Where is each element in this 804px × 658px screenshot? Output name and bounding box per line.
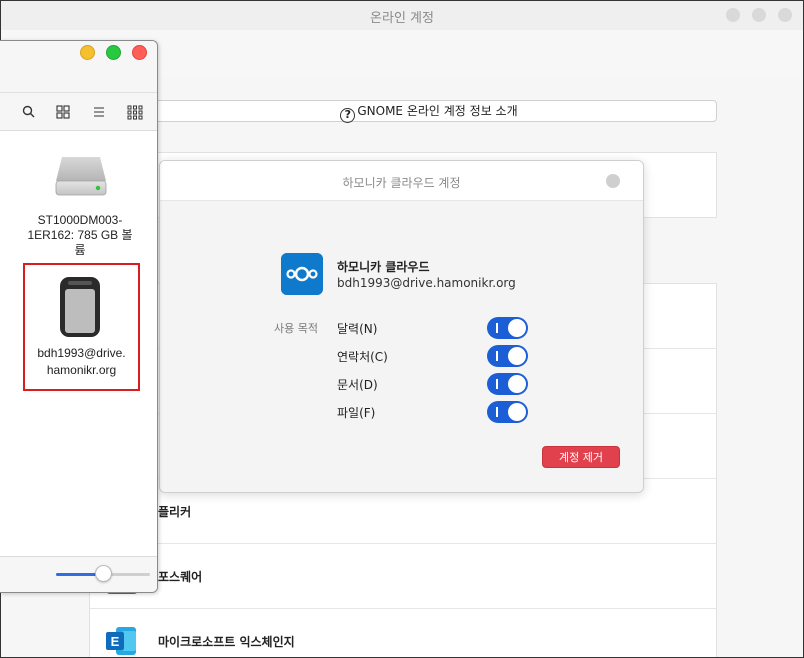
label-line: hamonikr.org	[46, 363, 117, 377]
provider-label: 플리커	[158, 505, 192, 519]
maximize-traffic-light[interactable]	[106, 45, 121, 60]
label-line: 1ER162: 785 GB 볼	[27, 228, 133, 242]
main-titlebar[interactable]: 온라인 계정	[1, 1, 803, 30]
service-label-files: 파일(F)	[337, 406, 376, 420]
dialog-title: 하모니카 클라우드 계정	[342, 176, 461, 190]
svg-text:E: E	[111, 634, 120, 649]
account-name: 하모니카 클라우드	[337, 260, 430, 274]
network-drive-label: bdh1993@drive. hamonikr.org	[25, 345, 138, 379]
about-label: GNOME 온라인 계정 정보 소개	[357, 104, 518, 118]
help-icon: ?	[340, 108, 356, 123]
provider-row-foursquare[interactable]: 포스퀘어	[90, 544, 716, 609]
account-email: bdh1993@drive.hamonikr.org	[337, 276, 516, 290]
exchange-icon: E	[106, 627, 136, 655]
about-online-accounts-button[interactable]: ? GNOME 온라인 계정 정보 소개	[141, 100, 717, 123]
dialog-titlebar[interactable]: 하모니카 클라우드 계정	[160, 161, 643, 201]
label-line: bdh1993@drive.	[37, 346, 126, 360]
nextcloud-icon	[281, 253, 323, 295]
service-label-calendar: 달력(N)	[337, 322, 378, 336]
hard-drive-label: ST1000DM003- 1ER162: 785 GB 볼 륨	[20, 213, 140, 258]
provider-label: 포스퀘어	[158, 570, 203, 584]
list-view-icon[interactable]	[91, 104, 107, 120]
provider-label: 마이크로소프트 익스체인지	[158, 635, 295, 649]
network-drive-icon	[60, 277, 100, 337]
nextcloud-account-dialog: 하모니카 클라우드 계정 하모니카 클라우드 bdh1993@drive.ham…	[159, 160, 644, 493]
finder-titlebar[interactable]	[0, 41, 157, 93]
minimize-traffic-light[interactable]	[80, 45, 95, 60]
finder-statusbar	[0, 556, 157, 592]
file-manager-window: ST1000DM003- 1ER162: 785 GB 볼 륨 bdh1993@…	[0, 40, 158, 593]
calendar-toggle[interactable]	[487, 317, 528, 339]
close-traffic-light[interactable]	[132, 45, 147, 60]
dialog-close-button[interactable]	[606, 174, 620, 188]
search-icon[interactable]	[21, 104, 37, 120]
provider-row-exchange[interactable]: E 마이크로소프트 익스체인지	[90, 609, 716, 657]
network-drive-item[interactable]: bdh1993@drive. hamonikr.org	[23, 263, 140, 391]
contacts-toggle[interactable]	[487, 345, 528, 367]
documents-toggle[interactable]	[487, 373, 528, 395]
label-line: ST1000DM003-	[37, 213, 123, 227]
files-toggle[interactable]	[487, 401, 528, 423]
service-label-contacts: 연락처(C)	[337, 350, 388, 364]
service-label-documents: 문서(D)	[337, 378, 378, 392]
compact-view-icon[interactable]	[127, 104, 143, 120]
usage-label: 사용 목적	[274, 322, 318, 335]
label-line: 륨	[74, 243, 86, 257]
maximize-button[interactable]	[752, 8, 766, 22]
slider-thumb[interactable]	[95, 565, 112, 582]
remove-account-button[interactable]: 계정 제거	[542, 446, 620, 468]
hard-drive-icon	[55, 157, 107, 196]
minimize-button[interactable]	[726, 8, 740, 22]
window-title: 온라인 계정	[370, 11, 434, 26]
close-button[interactable]	[778, 8, 792, 22]
grid-view-icon[interactable]	[55, 104, 71, 120]
finder-toolbar	[0, 93, 157, 131]
